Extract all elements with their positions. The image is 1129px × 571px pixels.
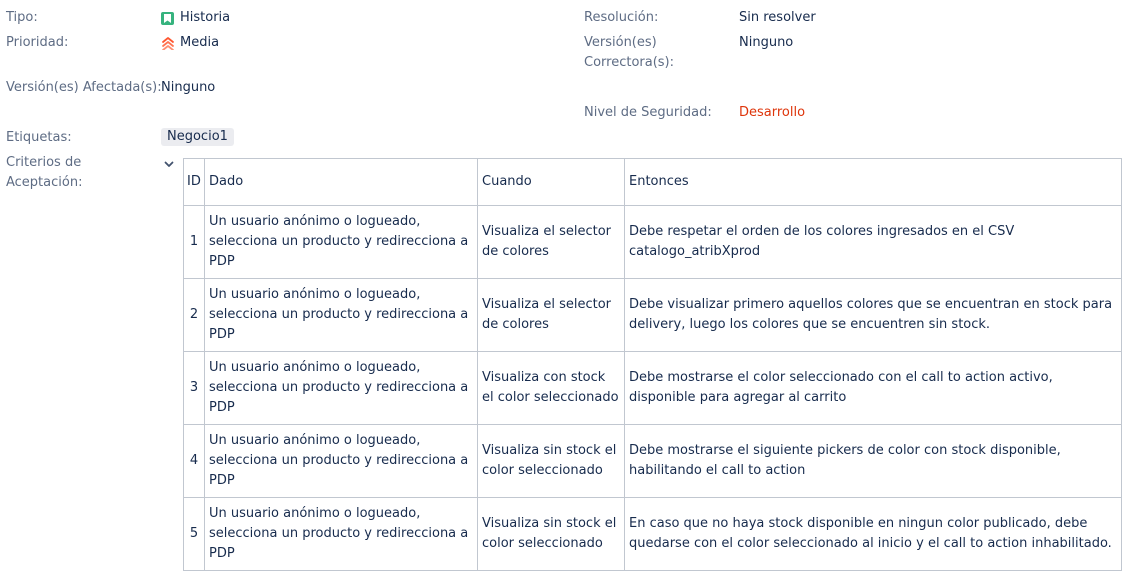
version-correctora-label-line2: Correctora(s): [584, 55, 675, 70]
cell-cuando: Visualiza con stock el color seleccionad… [477, 351, 625, 425]
cell-entonces: En caso que no haya stock disponible en … [624, 497, 1122, 571]
cell-cuando: Visualiza el selector de colores [477, 205, 625, 279]
resolucion-label: Resolución: [584, 10, 659, 25]
cell-dado: Un usuario anónimo o logueado, seleccion… [204, 351, 478, 425]
prioridad-label: Prioridad: [6, 35, 69, 50]
criterios-label-line1: Criterios de [6, 155, 82, 170]
cell-dado: Un usuario anónimo o logueado, seleccion… [204, 205, 478, 279]
version-correctora-value: Ninguno [739, 35, 794, 50]
chevron-down-icon[interactable] [163, 158, 175, 174]
cell-dado: Un usuario anónimo o logueado, seleccion… [204, 497, 478, 571]
table-row: 3 Un usuario anónimo o logueado, selecci… [183, 351, 1122, 425]
table-row: 5 Un usuario anónimo o logueado, selecci… [183, 497, 1122, 571]
cell-entonces: Debe mostrarse el siguiente pickers de c… [624, 424, 1122, 498]
criteria-table: ID Dado Cuando Entonces 1 Un usuario anó… [183, 158, 1122, 571]
cell-id: 5 [183, 497, 205, 571]
tipo-value: Historia [161, 8, 230, 28]
table-row: 1 Un usuario anónimo o logueado, selecci… [183, 205, 1122, 279]
cell-dado: Un usuario anónimo o logueado, seleccion… [204, 424, 478, 498]
cell-id: 1 [183, 205, 205, 279]
label-badge[interactable]: Negocio1 [161, 128, 234, 146]
cell-id: 3 [183, 351, 205, 425]
header-id: ID [183, 158, 205, 206]
nivel-seguridad-value: Desarrollo [739, 105, 806, 120]
table-row: 2 Un usuario anónimo o logueado, selecci… [183, 278, 1122, 352]
nivel-seguridad-label: Nivel de Seguridad: [584, 105, 712, 120]
criterios-label-line2: Aceptación: [6, 175, 83, 190]
priority-medium-icon [161, 36, 175, 51]
header-cuando: Cuando [477, 158, 625, 206]
table-row: 4 Un usuario anónimo o logueado, selecci… [183, 424, 1122, 498]
cell-id: 2 [183, 278, 205, 352]
cell-entonces: Debe mostrarse el color seleccionado con… [624, 351, 1122, 425]
prioridad-value-text: Media [180, 35, 220, 50]
cell-cuando: Visualiza el selector de colores [477, 278, 625, 352]
cell-entonces: Debe visualizar primero aquellos colores… [624, 278, 1122, 352]
cell-cuando: Visualiza sin stock el color seleccionad… [477, 424, 625, 498]
table-header-row: ID Dado Cuando Entonces [183, 158, 1122, 206]
version-afectada-value: Ninguno [161, 80, 216, 95]
story-icon [161, 11, 174, 25]
etiquetas-label: Etiquetas: [6, 130, 72, 145]
header-dado: Dado [204, 158, 478, 206]
cell-cuando: Visualiza sin stock el color seleccionad… [477, 497, 625, 571]
resolucion-value: Sin resolver [739, 10, 816, 25]
prioridad-value: Media [161, 33, 219, 53]
cell-dado: Un usuario anónimo o logueado, seleccion… [204, 278, 478, 352]
header-entonces: Entonces [624, 158, 1122, 206]
cell-entonces: Debe respetar el orden de los colores in… [624, 205, 1122, 279]
version-correctora-label-line1: Versión(es) [584, 35, 657, 50]
tipo-value-text: Historia [180, 10, 231, 25]
tipo-label: Tipo: [6, 10, 38, 25]
version-afectada-label: Versión(es) Afectada(s): [6, 80, 162, 95]
cell-id: 4 [183, 424, 205, 498]
